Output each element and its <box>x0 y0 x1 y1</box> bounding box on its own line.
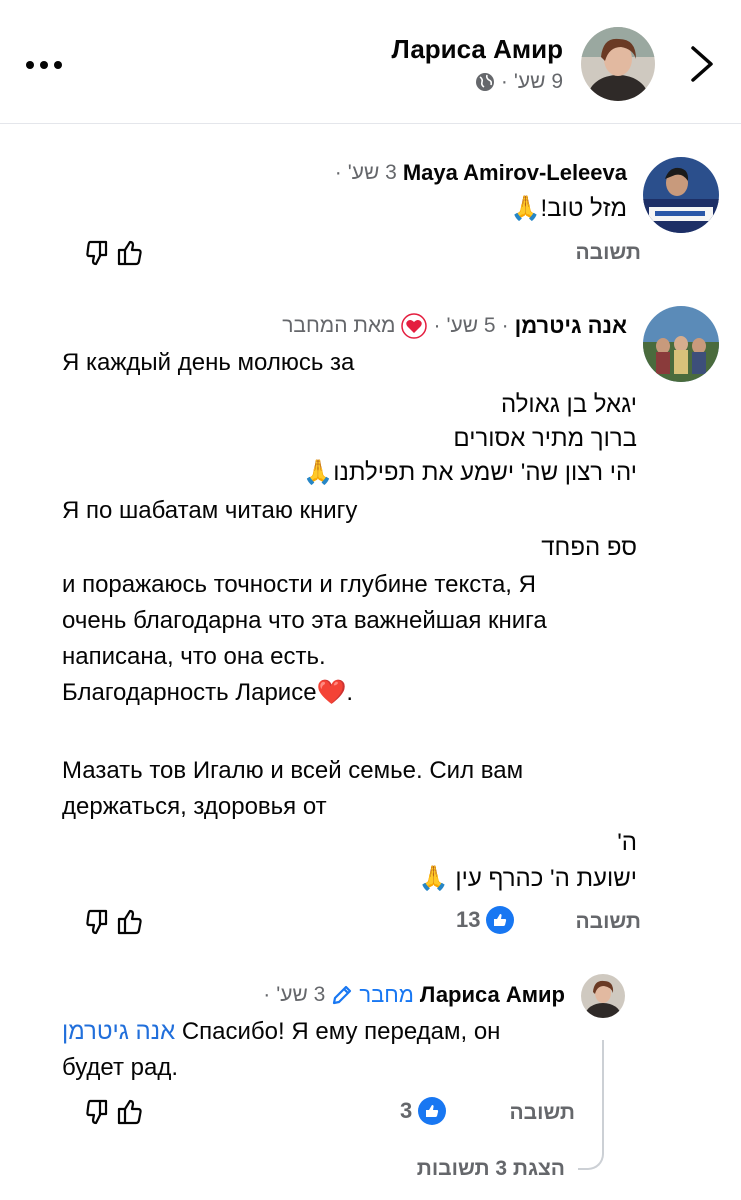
comment-text: מזל טוב!🙏 <box>510 195 627 222</box>
comment-line: ברוך מתיר אסורים <box>453 425 637 452</box>
reply-button[interactable]: תשובה <box>575 241 641 265</box>
vote-controls <box>86 1097 144 1127</box>
commenter-name[interactable]: Maya Amirov-Leleeva <box>403 160 627 186</box>
comment-line: ספ הפחד <box>541 534 637 561</box>
like-count-value: 13 <box>456 907 481 932</box>
comment-line: ישועת ה' כהרף עין 🙏 <box>418 865 637 892</box>
mention-link[interactable]: אנה גיטרמן <box>62 1018 175 1045</box>
thumbs-up-outline-icon[interactable] <box>117 909 142 935</box>
comment-time[interactable]: 3 שע' <box>276 983 325 1007</box>
comment-time[interactable]: 5 שע' <box>446 314 495 338</box>
vote-controls <box>86 238 144 268</box>
post-time[interactable]: 9 שע' <box>514 70 563 94</box>
meta-dot: · <box>500 70 508 93</box>
comment-meta: Лариса Амир מחבר 3 שע' · <box>263 982 565 1008</box>
post-header: Лариса Амир 9 שע' · <box>0 0 741 124</box>
post-author-name[interactable]: Лариса Амир <box>391 34 563 65</box>
pencil-icon <box>333 985 352 1005</box>
chevron-right-icon <box>691 46 713 82</box>
thumbs-down-outline-icon[interactable] <box>86 909 108 935</box>
comment-line: написана, что она есть. <box>62 643 326 670</box>
like-icon <box>418 1097 447 1125</box>
reply-text-line1: Спасибо! Я ему передам, он <box>175 1018 501 1045</box>
comment-line: Я по шабатам читаю книгу <box>62 497 358 524</box>
comment-line: и поражаюсь точности и глубине текста, Я <box>62 571 536 598</box>
author-label: מחבר <box>359 982 414 1007</box>
globe-icon <box>475 73 494 91</box>
reply-button[interactable]: תשובה <box>509 1101 575 1125</box>
commenter-avatar[interactable] <box>581 974 625 1018</box>
comment-line: очень благодарна что эта важнейшая книга <box>62 607 547 634</box>
more-icon <box>26 61 34 69</box>
forward-button[interactable] <box>683 42 719 86</box>
post-author-avatar[interactable] <box>581 27 655 101</box>
like-count[interactable]: 3 <box>400 1097 447 1125</box>
comment-line: Благодарность Ларисе❤️. <box>62 679 354 706</box>
thumbs-down-outline-icon[interactable] <box>86 1099 108 1125</box>
more-icon-dot <box>40 61 48 69</box>
more-options-button[interactable] <box>22 44 66 84</box>
commenter-avatar[interactable] <box>643 306 719 382</box>
reply-button[interactable]: תשובה <box>575 910 641 934</box>
reply-text: אנה גיטרמן Спасибо! Я ему передам, он <box>62 1015 500 1049</box>
comment-line: держаться, здоровья от <box>62 793 327 820</box>
heart-icon <box>401 313 428 339</box>
like-count-value: 3 <box>400 1098 413 1123</box>
thread-line <box>578 1040 604 1170</box>
comment-line: Мазать тов Игалю и всей семье. Сил вам <box>62 757 524 784</box>
comment-meta: Maya Amirov-Leleeva 3 שע' · <box>335 160 627 186</box>
post-meta: 9 שע' · <box>475 70 563 94</box>
meta-dot: · <box>263 983 271 1006</box>
comment-line: ה' <box>617 829 637 856</box>
like-count[interactable]: 13 <box>456 906 515 934</box>
thumbs-up-outline-icon[interactable] <box>117 240 142 266</box>
commenter-avatar[interactable] <box>643 157 719 233</box>
more-icon-dot <box>54 61 62 69</box>
meta-dot: · <box>433 314 441 337</box>
comment-line: Я каждый день молюсь за <box>62 349 355 376</box>
thumbs-up-outline-icon[interactable] <box>117 1099 142 1125</box>
author-badge: מאת המחבר <box>282 314 396 337</box>
meta-dot: · <box>501 314 509 337</box>
view-replies-button[interactable]: הצגת 3 תשובות <box>417 1157 565 1181</box>
reply-text-line2: будет рад. <box>62 1054 179 1081</box>
commenter-name[interactable]: Лариса Амир <box>420 982 565 1008</box>
vote-controls <box>86 907 144 937</box>
commenter-name[interactable]: אנה גיטרמן <box>515 313 627 339</box>
comment-line: יהי רצון שה' ישמע את תפילתנו🙏 <box>303 459 637 486</box>
comment-line: יגאל בן גאולה <box>500 391 637 418</box>
meta-dot: · <box>334 161 342 184</box>
like-icon <box>486 906 515 934</box>
comment-time[interactable]: 3 שע' <box>348 161 397 185</box>
comment-meta: אנה גיטרמן · 5 שע' · מאת המחבר <box>282 313 627 339</box>
thumbs-down-outline-icon[interactable] <box>86 240 108 266</box>
